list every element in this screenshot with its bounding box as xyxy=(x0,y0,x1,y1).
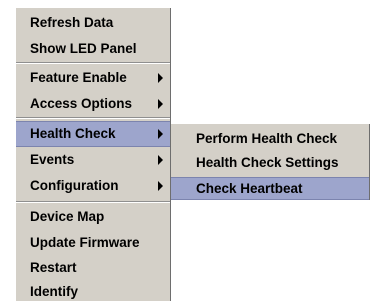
submenu-arrow-icon xyxy=(158,129,163,139)
menu-item-access-options[interactable]: Access Options xyxy=(16,91,170,117)
submenu-arrow-icon xyxy=(158,181,163,191)
menu-item-update-firmware[interactable]: Update Firmware xyxy=(16,230,170,256)
context-menu: Refresh Data Show LED Panel Feature Enab… xyxy=(16,8,171,301)
submenu-arrow-icon xyxy=(158,73,163,83)
menu-item-restart[interactable]: Restart xyxy=(16,255,170,281)
menu-item-label: Update Firmware xyxy=(30,235,140,250)
menu-item-health-check[interactable]: Health Check xyxy=(16,121,170,147)
menu-separator xyxy=(16,62,170,64)
submenu-arrow-icon xyxy=(158,99,163,109)
menu-separator xyxy=(16,201,170,203)
menu-item-configuration[interactable]: Configuration xyxy=(16,173,170,199)
menu-item-label: Events xyxy=(30,152,75,167)
submenu-item-health-check-settings[interactable]: Health Check Settings xyxy=(171,150,369,176)
menu-item-device-map[interactable]: Device Map xyxy=(16,204,170,230)
menu-item-feature-enable[interactable]: Feature Enable xyxy=(16,65,170,91)
menu-item-label: Health Check xyxy=(30,126,116,141)
menu-item-refresh-data[interactable]: Refresh Data xyxy=(16,10,170,36)
health-check-submenu: Perform Health Check Health Check Settin… xyxy=(171,124,370,200)
menu-item-label: Configuration xyxy=(30,178,119,193)
menu-separator xyxy=(16,117,170,119)
menu-item-identify[interactable]: Identify xyxy=(16,279,170,301)
menu-item-events[interactable]: Events xyxy=(16,147,170,173)
menu-item-show-led-panel[interactable]: Show LED Panel xyxy=(16,36,170,62)
submenu-item-perform-health-check[interactable]: Perform Health Check xyxy=(171,126,369,152)
menu-item-label: Feature Enable xyxy=(30,70,127,85)
menu-item-label: Show LED Panel xyxy=(30,41,137,56)
menu-item-label: Access Options xyxy=(30,96,133,111)
submenu-item-check-heartbeat[interactable]: Check Heartbeat xyxy=(171,177,369,200)
menu-item-label: Refresh Data xyxy=(30,15,114,30)
submenu-arrow-icon xyxy=(158,155,163,165)
menu-item-label: Identify xyxy=(30,284,79,299)
submenu-item-label: Perform Health Check xyxy=(196,131,338,146)
submenu-item-label: Check Heartbeat xyxy=(196,181,303,196)
menu-item-label: Restart xyxy=(30,260,77,275)
submenu-item-label: Health Check Settings xyxy=(196,155,339,170)
menu-item-label: Device Map xyxy=(30,209,105,224)
